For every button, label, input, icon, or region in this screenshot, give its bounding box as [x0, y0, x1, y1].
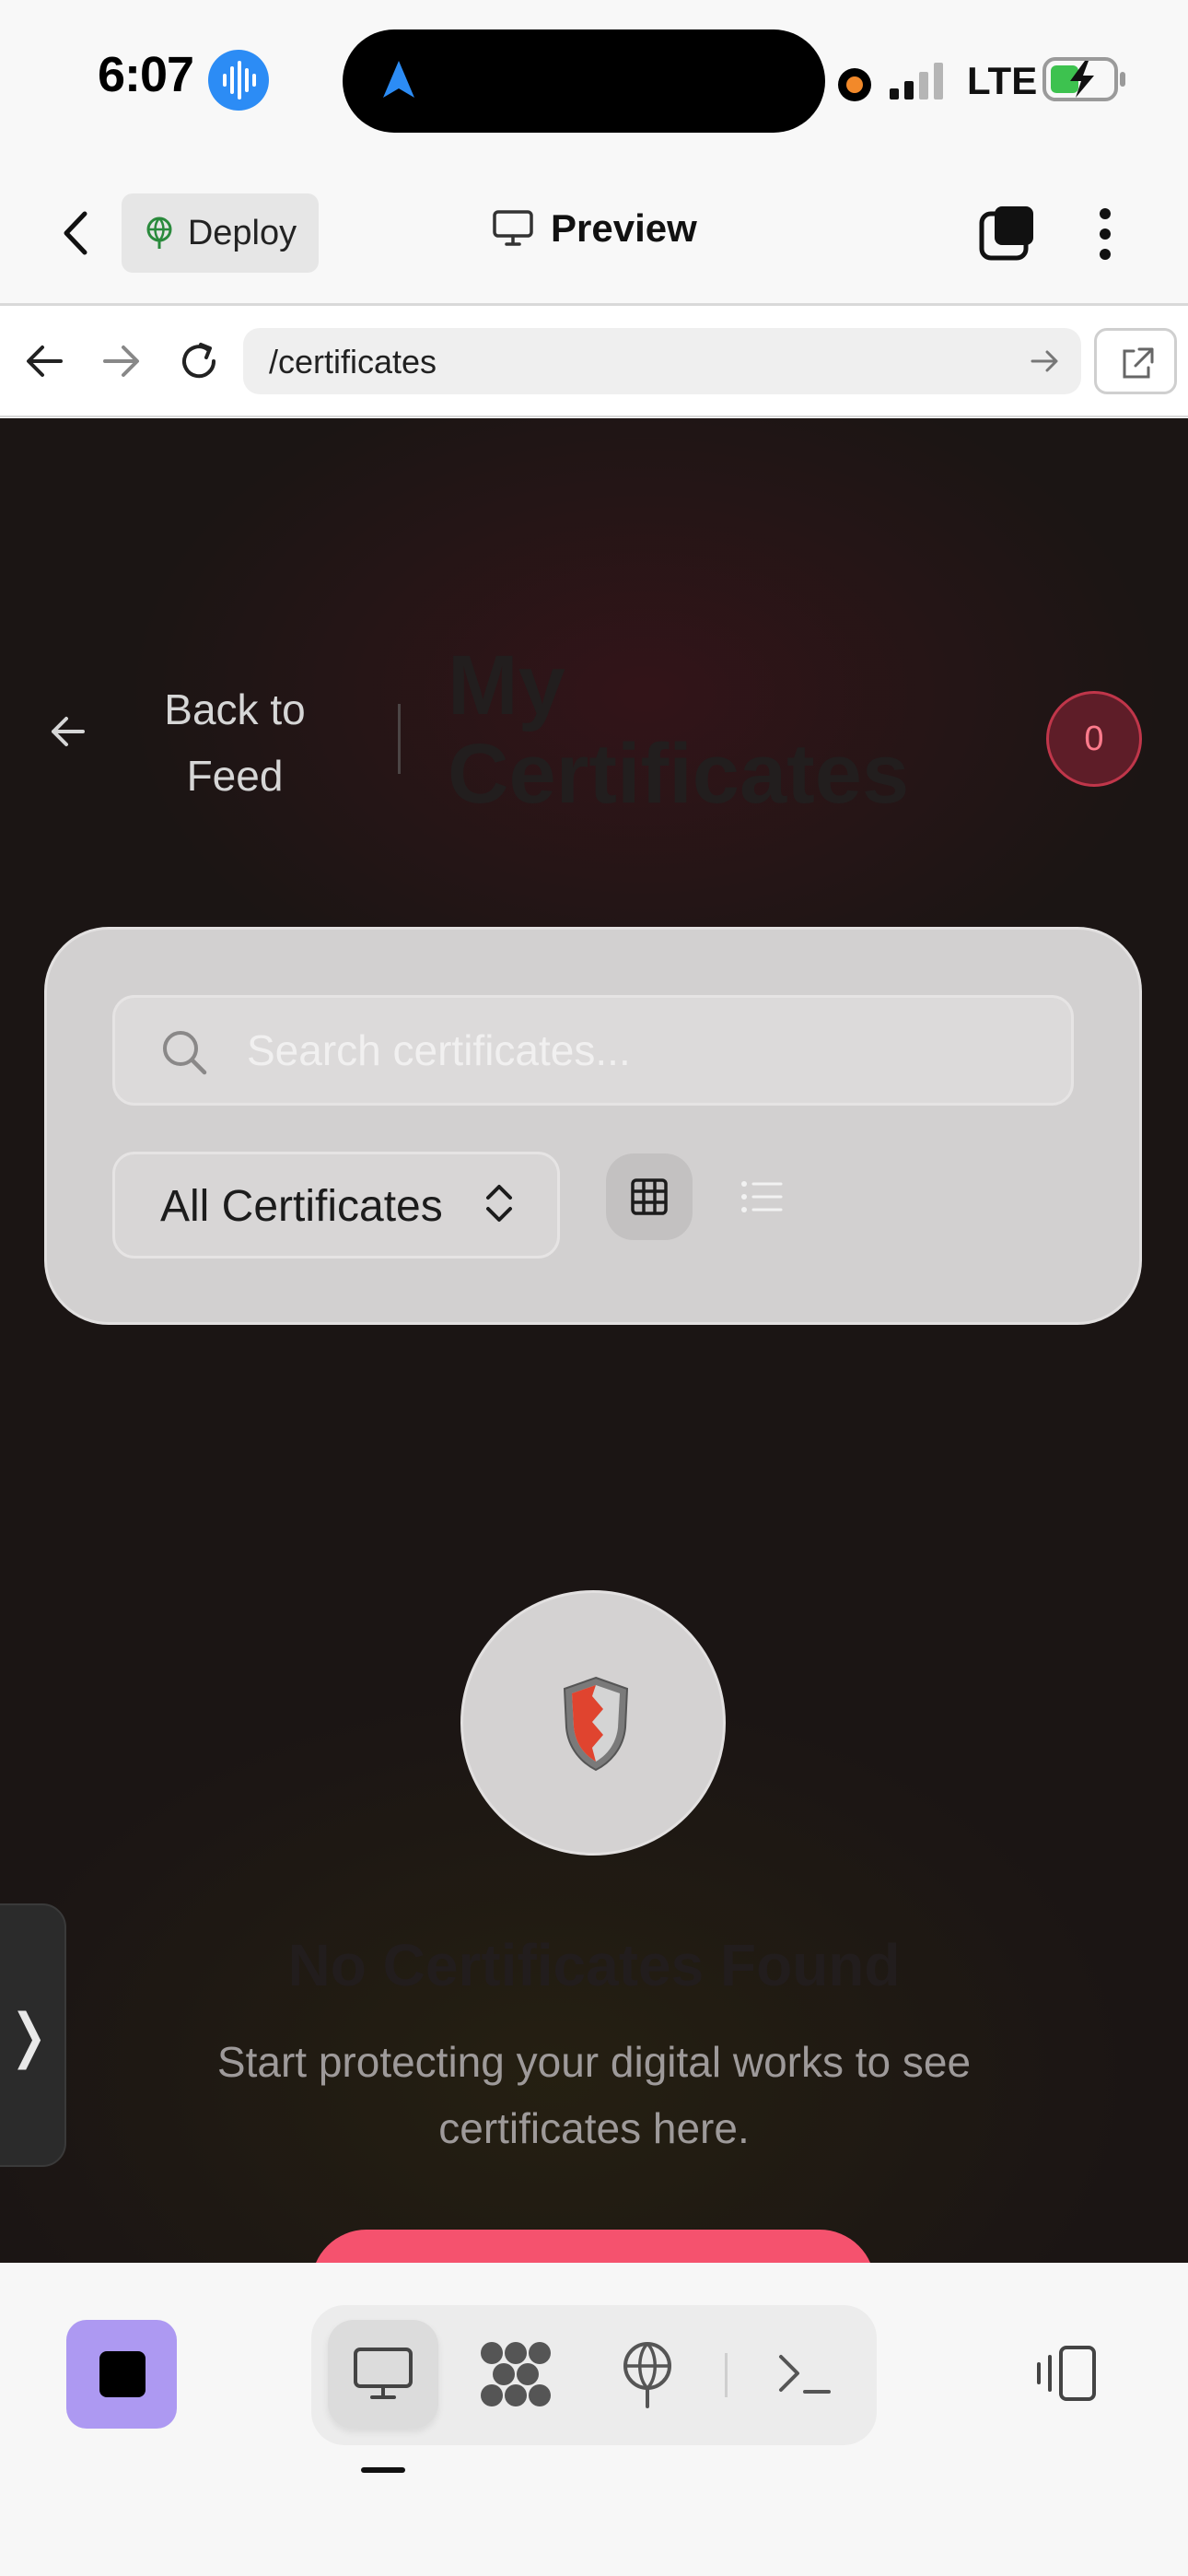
- empty-state-title: No Certificates Found: [287, 1932, 901, 1998]
- filter-selected-value: All Certificates: [160, 1182, 443, 1231]
- more-vertical-icon[interactable]: [1094, 206, 1116, 262]
- chevron-updown-icon: [486, 1185, 512, 1222]
- forward-arrow-icon[interactable]: [101, 343, 142, 380]
- back-to-feed-link[interactable]: Back to Feed: [129, 676, 341, 809]
- back-arrow-icon[interactable]: [48, 713, 87, 750]
- certificate-count-badge: 0: [1046, 691, 1142, 787]
- list-view-button[interactable]: [718, 1153, 805, 1240]
- integrations-icon[interactable]: [479, 2340, 553, 2408]
- monitor-icon: [493, 210, 533, 246]
- grid-view-button[interactable]: [606, 1153, 693, 1240]
- stop-button[interactable]: [66, 2320, 177, 2429]
- side-panel-toggle[interactable]: ❭: [0, 1903, 66, 2167]
- monitor-icon: [354, 2348, 413, 2399]
- page-preview: Back to Feed My Certificates 0 All Certi…: [0, 418, 1188, 2263]
- network-type: LTE: [967, 59, 1038, 102]
- battery-charging-icon: [1042, 57, 1125, 101]
- open-external-button[interactable]: [1094, 328, 1177, 394]
- terminal-icon[interactable]: [777, 2351, 833, 2397]
- protect-work-button[interactable]: [311, 2230, 875, 2263]
- globe-icon: [146, 217, 172, 249]
- toolbar-separator: [725, 2353, 728, 2397]
- search-input[interactable]: [247, 1023, 1039, 1078]
- signal-bars-icon: [890, 63, 943, 100]
- location-arrow-icon: [383, 61, 414, 98]
- deploy-button[interactable]: Deploy: [122, 193, 319, 273]
- status-time: 6:07: [98, 47, 194, 102]
- go-arrow-icon[interactable]: [1030, 346, 1061, 376]
- url-text[interactable]: /certificates: [269, 343, 437, 381]
- reload-icon[interactable]: [177, 339, 221, 383]
- header-divider: [398, 704, 401, 774]
- deploy-globe-icon[interactable]: [619, 2340, 676, 2408]
- dynamic-island: [343, 29, 825, 133]
- filter-card: [44, 927, 1142, 1325]
- empty-state-illustration: [460, 1590, 726, 1856]
- open-external-icon: [1123, 347, 1154, 379]
- back-chevron-icon[interactable]: [57, 210, 98, 256]
- desktop-view-button[interactable]: [328, 2320, 438, 2429]
- shield-icon: [563, 1676, 629, 1772]
- preview-title: Preview: [492, 206, 697, 251]
- search-icon: [163, 1031, 207, 1075]
- page-title: My Certificates: [448, 638, 910, 821]
- active-tab-indicator: [361, 2467, 405, 2473]
- deploy-label: Deploy: [187, 213, 297, 252]
- list-icon: [741, 1181, 783, 1212]
- tabs-icon[interactable]: [978, 205, 1037, 262]
- back-arrow-icon[interactable]: [24, 343, 64, 380]
- recording-dot-icon: [838, 68, 871, 101]
- grid-icon: [631, 1178, 668, 1215]
- device-toggle-icon[interactable]: [1033, 2344, 1098, 2403]
- siri-waveform-icon: [208, 50, 269, 111]
- preview-label: Preview: [551, 206, 697, 250]
- empty-state-description: Start protecting your digital works to s…: [216, 2038, 972, 2152]
